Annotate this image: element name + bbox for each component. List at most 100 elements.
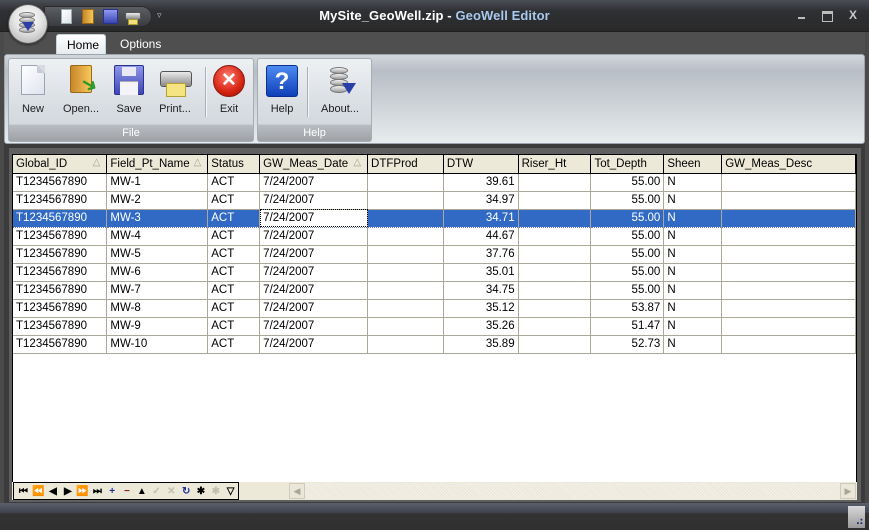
table-cell[interactable]: 35.12 bbox=[443, 299, 519, 318]
table-cell[interactable]: 37.76 bbox=[443, 245, 519, 264]
filter-button[interactable]: ▽ bbox=[223, 484, 238, 499]
table-cell[interactable]: 51.47 bbox=[590, 317, 665, 336]
table-cell[interactable]: N bbox=[663, 227, 723, 246]
table-cell[interactable]: 55.00 bbox=[590, 281, 665, 300]
column-header[interactable]: DTFProd bbox=[367, 155, 444, 174]
table-row[interactable]: T1234567890 MW-7 ACT 7/24/2007 34.75 55.00 N bbox=[13, 281, 856, 300]
save-button[interactable]: Save bbox=[109, 63, 149, 119]
data-grid[interactable]: Global_ID △ Field_Pt_Name △ Status GW_Meas_Da… bbox=[12, 154, 857, 483]
set-bookmark-button[interactable]: ✱ bbox=[194, 484, 209, 499]
table-cell[interactable] bbox=[721, 299, 856, 318]
table-cell[interactable]: N bbox=[663, 317, 723, 336]
tab-home[interactable]: Home bbox=[56, 34, 106, 54]
table-cell[interactable]: 53.87 bbox=[590, 299, 665, 318]
table-cell[interactable] bbox=[518, 335, 592, 354]
table-cell[interactable]: N bbox=[663, 208, 723, 228]
table-cell[interactable] bbox=[518, 281, 592, 300]
table-cell[interactable] bbox=[518, 317, 592, 336]
table-cell[interactable]: 7/24/2007 bbox=[259, 281, 369, 300]
table-cell[interactable] bbox=[518, 227, 592, 246]
table-cell[interactable]: 7/24/2007 bbox=[259, 227, 369, 246]
qat-print-button[interactable] bbox=[125, 9, 141, 25]
table-cell[interactable]: 52.73 bbox=[590, 335, 665, 354]
table-row[interactable]: T1234567890 MW-1 ACT 7/24/2007 39.61 55.00 N bbox=[13, 173, 856, 192]
table-cell[interactable] bbox=[721, 335, 856, 354]
table-cell[interactable]: N bbox=[663, 263, 723, 282]
table-cell[interactable] bbox=[518, 263, 592, 282]
resize-grip[interactable] bbox=[848, 506, 865, 528]
table-row[interactable]: T1234567890 MW-5 ACT 7/24/2007 37.76 55.00 N bbox=[13, 245, 856, 264]
minimize-button[interactable] bbox=[795, 9, 809, 21]
table-row[interactable]: T1234567890 MW-10 ACT 7/24/2007 35.89 52.73 N bbox=[13, 335, 856, 354]
table-cell[interactable]: 55.00 bbox=[590, 245, 665, 264]
column-header[interactable]: Sheen bbox=[663, 155, 723, 174]
table-cell[interactable]: 35.89 bbox=[443, 335, 519, 354]
table-row[interactable]: T1234567890 MW-2 ACT 7/24/2007 34.97 55.00 N bbox=[13, 191, 856, 210]
table-cell[interactable] bbox=[721, 317, 856, 336]
table-cell[interactable]: MW-4 bbox=[106, 227, 209, 246]
table-cell[interactable] bbox=[518, 173, 592, 192]
table-row[interactable]: T1234567890 MW-8 ACT 7/24/2007 35.12 53.87 N bbox=[13, 299, 856, 318]
table-cell[interactable] bbox=[721, 245, 856, 264]
table-cell[interactable]: T1234567890 bbox=[13, 227, 108, 246]
table-cell[interactable]: T1234567890 bbox=[13, 191, 108, 210]
table-cell[interactable]: ACT bbox=[207, 281, 261, 300]
post-edit-button[interactable]: ✓ bbox=[149, 484, 164, 499]
table-cell[interactable]: MW-5 bbox=[106, 245, 209, 264]
table-cell[interactable]: MW-7 bbox=[106, 281, 209, 300]
column-header[interactable]: Field_Pt_Name △ bbox=[106, 155, 209, 174]
qat-open-button[interactable] bbox=[81, 9, 97, 25]
table-cell[interactable]: ACT bbox=[207, 299, 261, 318]
table-cell[interactable]: 7/24/2007 bbox=[259, 263, 369, 282]
table-cell[interactable]: 55.00 bbox=[590, 227, 665, 246]
print-button[interactable]: Print... bbox=[153, 63, 197, 119]
table-cell[interactable]: T1234567890 bbox=[13, 245, 108, 264]
table-cell[interactable] bbox=[721, 208, 856, 228]
table-cell[interactable]: MW-1 bbox=[106, 173, 209, 192]
table-cell[interactable]: T1234567890 bbox=[13, 299, 108, 318]
table-cell[interactable]: 55.00 bbox=[590, 191, 665, 210]
table-cell[interactable]: 35.01 bbox=[443, 263, 519, 282]
table-cell[interactable] bbox=[518, 245, 592, 264]
table-cell[interactable] bbox=[367, 335, 444, 354]
exit-button[interactable]: Exit bbox=[209, 63, 249, 119]
first-record-button[interactable]: ⏮ bbox=[16, 484, 31, 499]
column-header[interactable]: GW_Meas_Desc bbox=[721, 155, 856, 174]
table-cell[interactable]: T1234567890 bbox=[13, 281, 108, 300]
help-button[interactable]: Help bbox=[262, 63, 302, 119]
table-cell[interactable] bbox=[367, 245, 444, 264]
table-cell[interactable]: ACT bbox=[207, 317, 261, 336]
table-cell[interactable] bbox=[518, 191, 592, 210]
table-cell[interactable]: MW-6 bbox=[106, 263, 209, 282]
last-record-button[interactable]: ⏭ bbox=[90, 484, 105, 499]
column-header[interactable]: Global_ID △ bbox=[13, 155, 108, 174]
table-cell[interactable] bbox=[721, 227, 856, 246]
table-cell[interactable] bbox=[367, 281, 444, 300]
table-row[interactable]: T1234567890 MW-9 ACT 7/24/2007 35.26 51.47 N bbox=[13, 317, 856, 336]
table-cell[interactable] bbox=[367, 263, 444, 282]
table-cell[interactable]: ACT bbox=[207, 245, 261, 264]
table-row[interactable]: T1234567890 MW-3 ACT 7/24/2007 34.71 55.00 N bbox=[13, 208, 856, 228]
table-cell[interactable] bbox=[721, 281, 856, 300]
insert-record-button[interactable]: + bbox=[105, 484, 120, 499]
edit-record-button[interactable]: ▲ bbox=[134, 484, 149, 499]
table-cell[interactable]: N bbox=[663, 173, 723, 192]
table-cell[interactable]: 34.71 bbox=[443, 208, 519, 228]
horizontal-scrollbar[interactable]: ◀ ▶ bbox=[289, 483, 856, 499]
maximize-button[interactable] bbox=[820, 9, 834, 22]
table-cell[interactable]: 7/24/2007 bbox=[259, 208, 369, 228]
table-cell[interactable]: 34.97 bbox=[443, 191, 519, 210]
table-cell[interactable]: T1234567890 bbox=[13, 173, 108, 192]
delete-record-button[interactable]: − bbox=[120, 484, 135, 499]
table-cell[interactable] bbox=[367, 208, 444, 228]
table-cell[interactable]: 7/24/2007 bbox=[259, 317, 369, 336]
table-cell[interactable]: T1234567890 bbox=[13, 317, 108, 336]
scroll-left-button[interactable]: ◀ bbox=[289, 483, 305, 499]
qat-save-button[interactable] bbox=[103, 9, 119, 25]
table-cell[interactable] bbox=[518, 208, 592, 228]
table-cell[interactable]: ACT bbox=[207, 173, 261, 192]
table-cell[interactable] bbox=[367, 299, 444, 318]
close-button[interactable]: X bbox=[846, 9, 860, 21]
cancel-edit-button[interactable]: ✕ bbox=[164, 484, 179, 499]
table-cell[interactable]: 7/24/2007 bbox=[259, 173, 369, 192]
